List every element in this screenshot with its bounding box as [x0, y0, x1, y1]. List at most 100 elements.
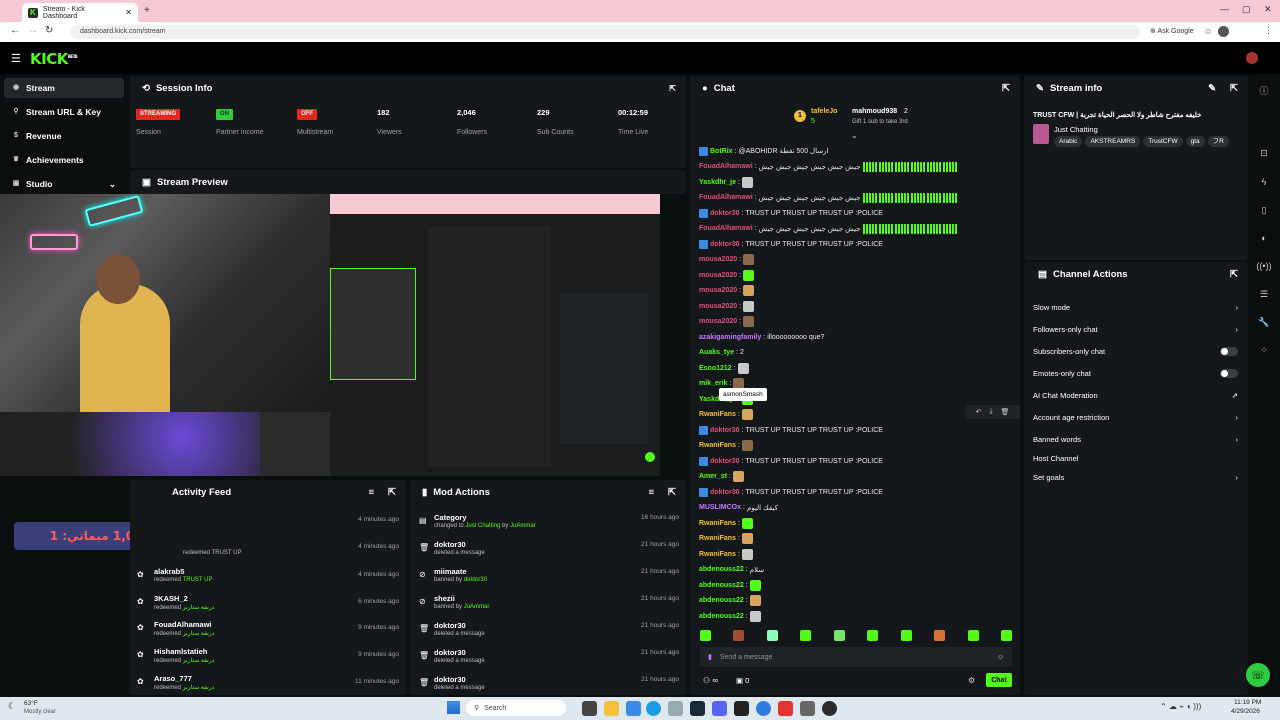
capcut-icon[interactable]	[734, 701, 749, 716]
profile-avatar[interactable]	[1218, 26, 1229, 37]
sidebar-item-stream-url[interactable]: ⚲ Stream URL & Key	[4, 102, 124, 122]
chat-message[interactable]: abdenouss22:	[699, 609, 1017, 623]
tray-icons[interactable]: ⌃ ☁ ⌁ ◖ )))	[1160, 702, 1201, 711]
wrench-rail-icon[interactable]: 🔧	[1254, 312, 1274, 332]
clock-time[interactable]: 11:19 PM	[1234, 699, 1261, 706]
steam-icon[interactable]	[690, 701, 705, 716]
chat-message[interactable]: doktor30: TRUST UP TRUST UP TRUST UP :POL…	[699, 237, 1017, 251]
chat-message[interactable]: doktor30: TRUST UP TRUST UP TRUST UP :POL…	[699, 454, 1017, 468]
mod-target[interactable]: doktor30	[434, 540, 466, 549]
tab-close-icon[interactable]: ✕	[125, 8, 132, 17]
chevron-down-icon[interactable]: ⌄	[851, 131, 858, 140]
chat-username[interactable]: mousa2020	[699, 287, 737, 294]
pinned-leaderboard[interactable]: 1 tafeleJo 5 mahmoud938 2 Gift 1 sub to …	[794, 107, 954, 129]
action-emotes-only[interactable]: Emotes-only chat	[1033, 365, 1238, 381]
chat-username[interactable]: Yaskdhr_je	[699, 179, 736, 186]
emote-icon[interactable]	[741, 176, 753, 188]
chat-message[interactable]: FouadAlhamawi: جيش جيش جيش جيش جيش جيش	[699, 222, 1017, 236]
emote-icon[interactable]	[737, 362, 749, 374]
chat-message[interactable]: mousa2020:	[699, 253, 1017, 267]
user[interactable]: 3KASH_2	[154, 594, 188, 603]
popout-icon[interactable]: ⇱	[1002, 83, 1010, 94]
tag[interactable]: Arabic	[1054, 136, 1083, 147]
mod-target[interactable]: shezii	[434, 594, 455, 603]
toggle[interactable]	[1220, 368, 1238, 378]
chat-username[interactable]: mousa2020	[699, 303, 737, 310]
emote-icon[interactable]	[967, 630, 979, 641]
delete-icon[interactable]: 🗑	[1001, 408, 1010, 416]
chat-message[interactable]: mousa2020:	[699, 268, 1017, 282]
mic-icon[interactable]: ▮	[708, 653, 712, 661]
window-close-icon[interactable]: ✕	[1264, 4, 1272, 15]
emote-icon[interactable]	[833, 630, 845, 641]
chat-username[interactable]: doktor30	[710, 489, 740, 496]
chat-message[interactable]: FouadAlhamawi: جيش جيش جيش جيش جيش جيش	[699, 191, 1017, 205]
emote-icon[interactable]	[741, 517, 753, 529]
chat-username[interactable]: mousa2020	[699, 272, 737, 279]
action-host-channel[interactable]: Host Channel	[1033, 450, 1238, 466]
popout-icon[interactable]: ⇱	[669, 84, 676, 93]
chat-message[interactable]: Auaks_tye:2	[699, 346, 1017, 360]
emote-icon[interactable]	[733, 630, 745, 641]
emote-icon[interactable]	[743, 285, 755, 296]
action-account-age[interactable]: Account age restriction ›	[1033, 409, 1238, 425]
apps-icon[interactable]: ⁘	[1254, 340, 1274, 360]
chat-username[interactable]: mousa2020	[699, 318, 737, 325]
chat-message[interactable]: mousa2020:	[699, 315, 1017, 329]
popout-icon[interactable]: ⇱	[1230, 269, 1238, 280]
emote-icon[interactable]	[743, 300, 755, 312]
tag[interactable]: AKSTREAMRS	[1085, 136, 1141, 147]
kick-logo[interactable]: KICKBETA	[30, 50, 78, 68]
chat-message[interactable]: Esoo1212:	[699, 361, 1017, 375]
emote-icon[interactable]	[934, 630, 946, 641]
chat-username[interactable]: FouadAlhamawi	[699, 163, 753, 170]
chat-message[interactable]: doktor30: TRUST UP TRUST UP TRUST UP :POL…	[699, 485, 1017, 499]
user[interactable]: alakrab5	[154, 567, 184, 576]
store-icon[interactable]	[626, 701, 641, 716]
obs-icon[interactable]	[822, 701, 837, 716]
reload-icon[interactable]: ↻	[45, 25, 53, 36]
discord-icon[interactable]	[712, 701, 727, 716]
chat-message[interactable]: abdenouss22:	[699, 594, 1017, 608]
pin-icon[interactable]: ⤓	[989, 408, 992, 416]
user[interactable]: FouadAlhamawi	[154, 620, 212, 629]
chat-message[interactable]: doktor30: TRUST UP TRUST UP TRUST UP :POL…	[699, 206, 1017, 220]
chat-message[interactable]: doktor30: TRUST UP TRUST UP TRUST UP :POL…	[699, 423, 1017, 437]
mod-target[interactable]: miimaate	[434, 567, 467, 576]
chat-message[interactable]: mousa2020:	[699, 299, 1017, 313]
emote-icon[interactable]	[900, 630, 912, 641]
app-icon[interactable]	[668, 701, 683, 716]
emote-icon[interactable]	[741, 533, 753, 544]
chat-username[interactable]: mik_erik	[699, 380, 727, 387]
url-input[interactable]: dashboard.kick.com/stream	[70, 25, 1140, 39]
sidebar-item-achievements[interactable]: ♛ Achievements	[4, 150, 124, 170]
browser-tab[interactable]: K Stream - Kick Dashboard ✕	[22, 3, 138, 22]
lightning-icon[interactable]: ϟ	[1254, 172, 1274, 192]
chat-username[interactable]: doktor30	[710, 210, 740, 217]
chat-username[interactable]: mousa2020	[699, 256, 737, 263]
chat-username[interactable]: doktor30	[710, 427, 740, 434]
popout-icon[interactable]: ⇱	[668, 487, 676, 498]
emote-icon[interactable]	[741, 548, 753, 560]
edit-icon[interactable]: ✎	[1208, 83, 1216, 94]
maximize-icon[interactable]: ▢	[1242, 4, 1251, 15]
forward-icon[interactable]: →	[28, 25, 38, 36]
chat-username[interactable]: RwaniFans	[699, 551, 736, 558]
sidebar-item-revenue[interactable]: $ Revenue	[4, 126, 124, 146]
chat-message[interactable]: BotRix: @ABOHIDR ارسال 500 نقطة	[699, 144, 1017, 158]
chat-username[interactable]: BotRix	[710, 148, 733, 155]
new-tab-icon[interactable]: +	[144, 5, 150, 16]
popout-icon[interactable]: ⇱	[388, 487, 396, 498]
weather-temp[interactable]: 63°F	[24, 700, 38, 707]
action-subscribers-only[interactable]: Subscribers-only chat	[1033, 343, 1238, 359]
emote-icon[interactable]	[743, 316, 755, 327]
action-ai-moderation[interactable]: AI Chat Moderation ⇗	[1033, 387, 1238, 403]
chat-username[interactable]: FouadAlhamawi	[699, 194, 753, 201]
send-chat-button[interactable]: Chat	[986, 673, 1012, 687]
chat-username[interactable]: doktor30	[710, 241, 740, 248]
users-infinity-icon[interactable]: ⚇ ∞	[703, 676, 718, 685]
chat-username[interactable]: abdenouss22	[699, 613, 744, 620]
back-icon[interactable]: ←	[10, 25, 20, 36]
emote-icon[interactable]	[867, 630, 879, 641]
broadcast-rail-icon[interactable]: ((•))	[1254, 256, 1274, 276]
